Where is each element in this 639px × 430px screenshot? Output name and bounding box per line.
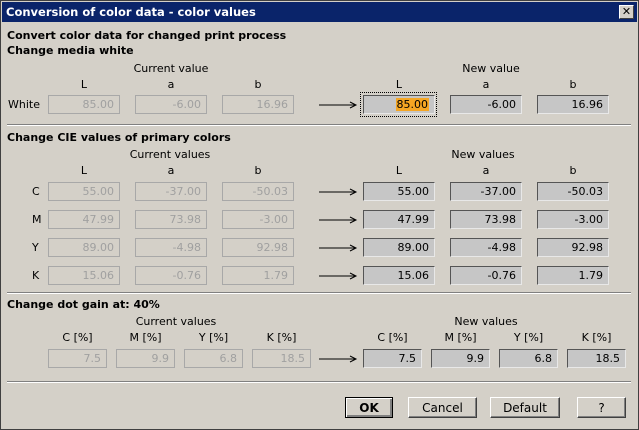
m-new-a-input[interactable]: 73.98 (450, 210, 522, 229)
m-arrow-icon (319, 216, 358, 224)
m-current-L: 47.99 (48, 210, 120, 229)
ok-button[interactable]: OK (345, 397, 393, 418)
row-label-k: K (32, 269, 40, 282)
dot-gain-col-c-new: C [%] (377, 331, 408, 344)
dot-gain-col-k-new: K [%] (581, 331, 612, 344)
media-white-col-b-new: b (569, 78, 577, 91)
white-current-b: 16.96 (222, 95, 294, 114)
y-new-a-input[interactable]: -4.98 (450, 238, 522, 257)
dot-gain-current-label: Current values (135, 315, 217, 328)
separator (7, 381, 631, 383)
dot-gain-new-c-input[interactable]: 7.5 (363, 349, 422, 368)
y-current-L: 89.00 (48, 238, 120, 257)
k-new-L-input[interactable]: 15.06 (363, 266, 435, 285)
close-icon: ✕ (621, 5, 632, 18)
media-white-heading: Change media white (7, 44, 134, 57)
primaries-col-a-current: a (167, 164, 175, 177)
default-button[interactable]: Default (490, 397, 560, 418)
white-arrow-icon (319, 101, 358, 109)
m-new-L-input[interactable]: 47.99 (363, 210, 435, 229)
k-new-b-input[interactable]: 1.79 (537, 266, 609, 285)
white-new-b-input[interactable]: 16.96 (537, 95, 609, 114)
primaries-col-b-current: b (254, 164, 262, 177)
dot-gain-col-m-new: M [%] (444, 331, 477, 344)
primaries-col-L-new: L (395, 164, 403, 177)
primaries-current-label: Current values (129, 148, 211, 161)
c-current-a: -37.00 (135, 182, 207, 201)
m-current-b: -3.00 (222, 210, 294, 229)
white-new-L-selected-text: 85.00 (395, 98, 429, 111)
c-new-L-input[interactable]: 55.00 (363, 182, 435, 201)
dot-gain-heading: Change dot gain at: 40% (7, 298, 160, 311)
media-white-current-label: Current value (133, 62, 209, 75)
c-new-a-input[interactable]: -37.00 (450, 182, 522, 201)
cancel-button[interactable]: Cancel (408, 397, 477, 418)
primaries-col-a-new: a (482, 164, 490, 177)
media-white-col-L-new: L (395, 78, 403, 91)
white-row-label: White (8, 98, 40, 111)
close-button[interactable]: ✕ (619, 5, 634, 19)
media-white-new-label: New value (462, 62, 520, 75)
row-label-m: M (32, 213, 42, 226)
y-new-L-input[interactable]: 89.00 (363, 238, 435, 257)
primaries-col-b-new: b (569, 164, 577, 177)
separator (7, 292, 631, 294)
y-current-b: 92.98 (222, 238, 294, 257)
white-new-a-input[interactable]: -6.00 (450, 95, 522, 114)
dot-gain-arrow-icon (319, 355, 358, 363)
dot-gain-new-y-input[interactable]: 6.8 (499, 349, 558, 368)
y-arrow-icon (319, 244, 358, 252)
primaries-col-L-current: L (80, 164, 88, 177)
white-current-a: -6.00 (135, 95, 207, 114)
white-current-L: 85.00 (48, 95, 120, 114)
k-new-a-input[interactable]: -0.76 (450, 266, 522, 285)
c-current-b: -50.03 (222, 182, 294, 201)
dot-gain-col-k-current: K [%] (266, 331, 297, 344)
c-arrow-icon (319, 188, 358, 196)
dot-gain-new-label: New values (454, 315, 518, 328)
primaries-new-label: New values (451, 148, 515, 161)
m-current-a: 73.98 (135, 210, 207, 229)
k-current-L: 15.06 (48, 266, 120, 285)
title-bar[interactable]: Conversion of color data - color values … (2, 2, 637, 22)
k-current-a: -0.76 (135, 266, 207, 285)
dot-gain-current-y: 6.8 (184, 349, 243, 368)
row-label-y: Y (32, 241, 39, 254)
media-white-col-b-current: b (254, 78, 262, 91)
k-arrow-icon (319, 272, 358, 280)
dot-gain-new-k-input[interactable]: 18.5 (567, 349, 626, 368)
media-white-col-a-current: a (167, 78, 175, 91)
m-new-b-input[interactable]: -3.00 (537, 210, 609, 229)
c-current-L: 55.00 (48, 182, 120, 201)
primaries-heading: Change CIE values of primary colors (7, 131, 231, 144)
k-current-b: 1.79 (222, 266, 294, 285)
dot-gain-new-m-input[interactable]: 9.9 (431, 349, 490, 368)
intro-heading: Convert color data for changed print pro… (7, 29, 287, 42)
window-title: Conversion of color data - color values (6, 5, 256, 19)
dialog-window: Conversion of color data - color values … (0, 0, 639, 430)
dot-gain-col-y-new: Y [%] (513, 331, 544, 344)
row-label-c: C (32, 185, 40, 198)
dot-gain-current-m: 9.9 (116, 349, 175, 368)
dot-gain-col-m-current: M [%] (129, 331, 162, 344)
media-white-col-a-new: a (482, 78, 490, 91)
help-button[interactable]: ? (577, 397, 626, 418)
dot-gain-col-y-current: Y [%] (198, 331, 229, 344)
separator (7, 124, 631, 126)
c-new-b-input[interactable]: -50.03 (537, 182, 609, 201)
media-white-col-L-current: L (80, 78, 88, 91)
y-current-a: -4.98 (135, 238, 207, 257)
dot-gain-current-c: 7.5 (48, 349, 107, 368)
dot-gain-current-k: 18.5 (252, 349, 311, 368)
y-new-b-input[interactable]: 92.98 (537, 238, 609, 257)
dot-gain-col-c-current: C [%] (62, 331, 93, 344)
white-new-L-input[interactable]: 85.00 (363, 95, 435, 114)
